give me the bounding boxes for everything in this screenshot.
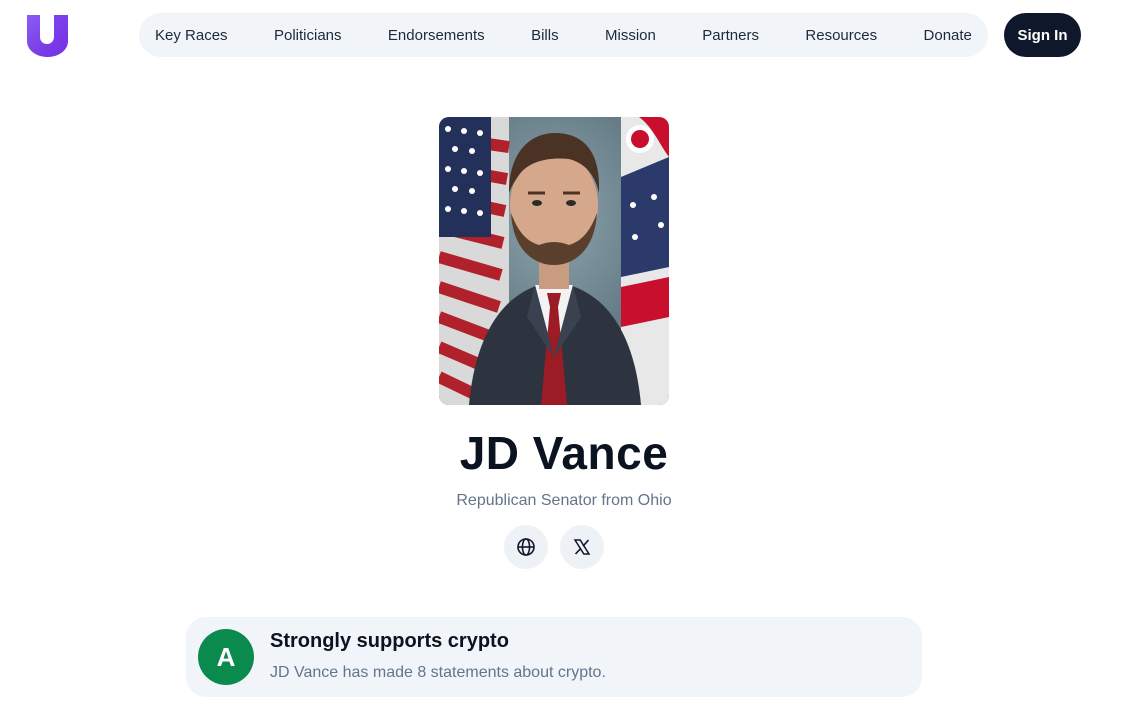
nav-endorsements[interactable]: Endorsements <box>388 27 485 44</box>
politician-name: JD Vance <box>459 427 669 479</box>
nav-politicians[interactable]: Politicians <box>274 27 342 44</box>
nav-resources[interactable]: Resources <box>805 27 877 44</box>
stance-title: Strongly supports crypto <box>270 630 509 652</box>
politician-portrait <box>439 117 669 405</box>
stance-description: JD Vance has made 8 statements about cry… <box>270 664 606 681</box>
globe-icon <box>517 538 535 556</box>
x-profile-button[interactable] <box>560 525 604 569</box>
x-logo-icon <box>573 539 591 555</box>
website-button[interactable] <box>504 525 548 569</box>
nav-mission[interactable]: Mission <box>605 27 656 44</box>
crypto-stance-card: A Strongly supports crypto JD Vance has … <box>186 617 922 697</box>
nav-bills[interactable]: Bills <box>531 27 559 44</box>
logo-icon[interactable] <box>27 15 68 57</box>
nav-partners[interactable]: Partners <box>702 27 759 44</box>
page: Key Races Politicians Endorsements Bills… <box>0 0 1128 728</box>
sign-in-button[interactable]: Sign In <box>1004 13 1081 57</box>
nav-donate[interactable]: Donate <box>924 27 972 44</box>
main-nav: Key Races Politicians Endorsements Bills… <box>139 13 988 57</box>
grade-badge: A <box>198 629 254 685</box>
nav-key-races[interactable]: Key Races <box>155 27 228 44</box>
politician-subtitle: Republican Senator from Ohio <box>456 492 672 509</box>
